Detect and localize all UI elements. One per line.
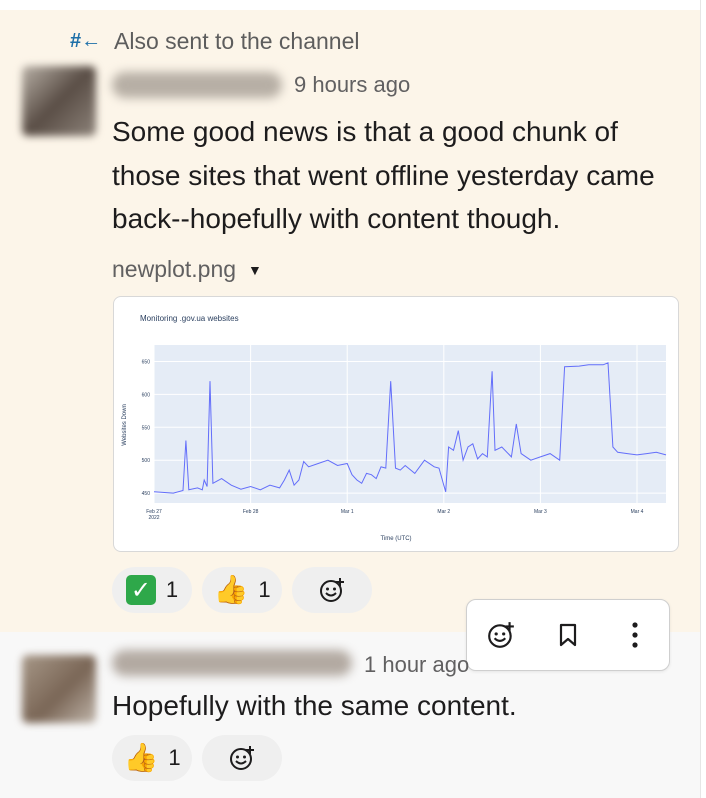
image-attachment[interactable]: Monitoring .gov.ua websites 450 500 550 600… [113,296,679,552]
attachment-header[interactable]: newplot.png ▼ [112,256,262,283]
author-name-redacted[interactable] [112,72,282,98]
message-timestamp[interactable]: 1 hour ago [364,652,469,678]
thumbs-up-icon: 👍 [123,742,159,773]
bookmark-icon [559,623,577,647]
thumbs-up-icon: 👍 [213,574,249,605]
x-tick-label: Feb 28 [243,509,259,515]
y-tick-label: 450 [142,491,151,497]
plot-area [154,345,666,503]
avatar[interactable] [22,655,96,723]
hash-back-arrow-icon: #← [70,29,102,52]
message-text: Some good news is that a good chunk of t… [112,116,655,234]
reaction-check[interactable]: ✓ 1 [112,567,192,613]
chart-title: Monitoring .gov.ua websites [140,314,239,323]
also-sent-banner[interactable]: #← Also sent to the channel [70,26,360,56]
more-actions-icon [632,622,638,648]
attachment-filename[interactable]: newplot.png [112,256,236,283]
reaction-count: 1 [165,577,179,602]
x-tick-label: Mar 1 [341,509,354,515]
reaction-count: 1 [258,577,271,602]
message-text: Hopefully with the same content. [112,690,517,721]
message-actions-toolbar [466,599,670,671]
add-reaction-button[interactable] [479,613,523,657]
x-tick-label: Mar 4 [631,509,644,515]
reactions-bar: 👍 1 [112,735,282,781]
y-tick-label: 600 [142,392,151,398]
y-tick-label: 500 [142,458,151,464]
top-divider [0,0,700,10]
y-axis-label: Websites Down [122,404,128,446]
chevron-down-icon[interactable]: ▼ [248,262,262,278]
reaction-thumbs-up[interactable]: 👍 1 [112,735,192,781]
add-reaction-icon [320,578,344,602]
x-tick-label: 2022 [148,515,159,521]
also-sent-text: Also sent to the channel [114,27,360,54]
add-reaction-icon [230,746,254,770]
x-tick-label: Mar 2 [437,509,450,515]
author-name-redacted[interactable] [112,650,352,676]
x-tick-label: Mar 3 [534,509,547,515]
add-reaction-icon [487,622,514,648]
line-chart: Monitoring .gov.ua websites 450 500 550 600… [122,314,667,542]
reactions-bar: ✓ 1 👍 1 [112,567,372,613]
scrollbar-track[interactable] [700,0,706,798]
add-reaction-button[interactable] [202,735,282,781]
bookmark-button[interactable] [546,613,590,657]
x-axis-label: Time (UTC) [380,536,411,542]
reaction-count: 1 [168,745,181,770]
avatar[interactable] [22,66,96,136]
check-mark-icon: ✓ [125,575,156,605]
reaction-thumbs-up[interactable]: 👍 1 [202,567,282,613]
y-tick-label: 550 [142,425,151,431]
add-reaction-button[interactable] [292,567,372,613]
y-tick-label: 650 [142,359,151,365]
more-actions-button[interactable] [613,613,657,657]
message-timestamp[interactable]: 9 hours ago [294,72,410,98]
